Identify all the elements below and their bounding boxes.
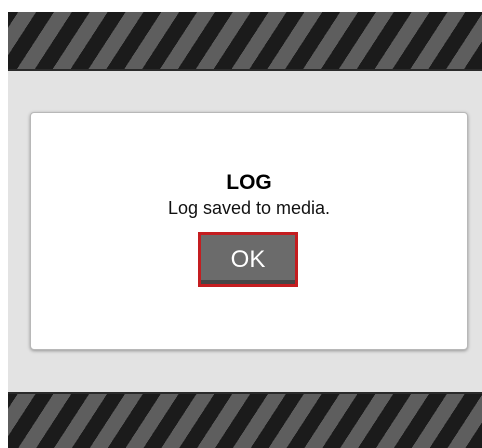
dialog-message: Log saved to media. xyxy=(167,198,331,218)
modal-overlay: LOG Log saved to media. OK xyxy=(8,71,482,392)
hazard-stripe-bottom xyxy=(8,392,482,448)
app-screen: LOG Log saved to media. OK xyxy=(0,0,482,448)
log-dialog: LOG Log saved to media. OK xyxy=(30,112,468,350)
ok-button[interactable]: OK xyxy=(198,232,298,287)
hazard-stripe-top xyxy=(8,12,482,71)
dialog-title: LOG xyxy=(226,171,272,194)
